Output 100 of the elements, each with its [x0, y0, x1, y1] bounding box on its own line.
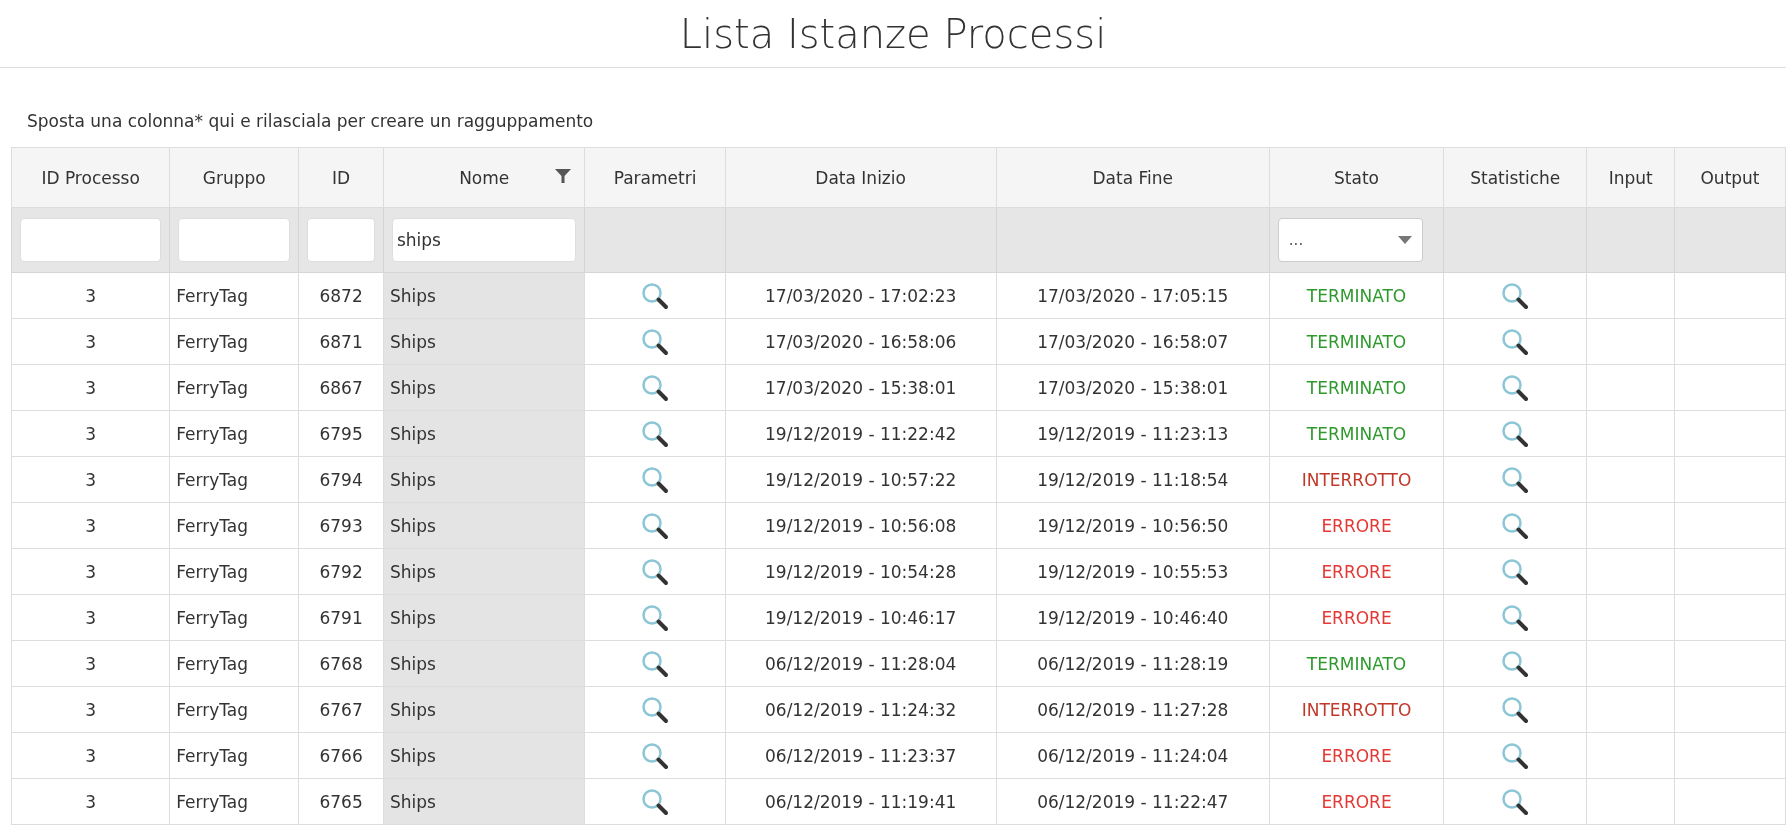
search-icon[interactable]	[1500, 602, 1531, 633]
search-icon[interactable]	[640, 648, 671, 679]
search-icon[interactable]	[640, 786, 671, 817]
table-cell: 6794	[298, 456, 384, 503]
table-cell: FerryTag	[169, 272, 299, 319]
column-header[interactable]: Nome	[383, 147, 585, 208]
search-icon[interactable]	[640, 556, 671, 587]
column-header[interactable]: Stato	[1269, 147, 1444, 208]
table-cell: 3	[11, 318, 170, 365]
table-cell: 3	[11, 594, 170, 641]
search-icon[interactable]	[1500, 786, 1531, 817]
table-cell: Ships	[383, 318, 585, 365]
table-cell: 17/03/2020 - 17:05:15	[996, 272, 1270, 319]
filter-field[interactable]	[307, 218, 375, 262]
table-cell: 3	[11, 456, 170, 503]
column-header[interactable]: ID Processo	[11, 147, 170, 208]
search-icon[interactable]	[1500, 326, 1531, 357]
table-cell: FerryTag	[169, 640, 299, 687]
table-cell: Ships	[383, 548, 585, 595]
table-cell: FerryTag	[169, 732, 299, 779]
search-icon[interactable]	[1500, 556, 1531, 587]
table-cell: 3	[11, 502, 170, 549]
search-icon[interactable]	[640, 418, 671, 449]
table-cell: 6792	[298, 548, 384, 595]
column-header[interactable]: Statistiche	[1443, 147, 1587, 208]
column-header[interactable]: Parametri	[585, 147, 726, 208]
grouping-hint: Sposta una colonna* qui e rilasciala per creare un ragguppamento	[26, 110, 595, 134]
table-cell: 3	[11, 778, 170, 825]
search-icon[interactable]	[640, 694, 671, 725]
table-cell: 19/12/2019 - 10:46:17	[725, 594, 997, 641]
table-cell: FerryTag	[169, 548, 299, 595]
table-cell: 06/12/2019 - 11:28:04	[725, 640, 997, 687]
table-cell: FerryTag	[169, 502, 299, 549]
status-text: ERRORE	[1321, 561, 1392, 582]
search-icon[interactable]	[1500, 280, 1531, 311]
search-icon[interactable]	[640, 464, 671, 495]
status-text: ERRORE	[1321, 515, 1392, 536]
column-header[interactable]: ID	[298, 147, 384, 208]
table-cell: Ships	[383, 502, 585, 549]
table-cell: 3	[11, 640, 170, 687]
table-cell: 17/03/2020 - 15:38:01	[996, 364, 1270, 411]
table-cell: 3	[11, 548, 170, 595]
filter-field[interactable]: ships	[391, 218, 577, 262]
table-cell: 3	[11, 364, 170, 411]
status-text: TERMINATO	[1306, 377, 1407, 398]
status-text: TERMINATO	[1306, 423, 1407, 444]
page-title: Lista Istanze Processi	[679, 10, 1107, 57]
table-cell: 6871	[298, 318, 384, 365]
table-cell: FerryTag	[169, 778, 299, 825]
filter-field[interactable]	[178, 218, 291, 262]
search-icon[interactable]	[640, 740, 671, 771]
status-text: INTERROTTO	[1301, 699, 1412, 720]
search-icon[interactable]	[640, 372, 671, 403]
table-cell: 19/12/2019 - 10:46:40	[996, 594, 1270, 641]
table-cell: 19/12/2019 - 11:23:13	[996, 410, 1270, 457]
table-cell: 17/03/2020 - 16:58:07	[996, 318, 1270, 365]
table-cell: 6768	[298, 640, 384, 687]
table-cell: 19/12/2019 - 11:18:54	[996, 456, 1270, 503]
search-icon[interactable]	[640, 510, 671, 541]
search-icon[interactable]	[1500, 418, 1531, 449]
status-text: TERMINATO	[1306, 331, 1407, 352]
table-cell: Ships	[383, 732, 585, 779]
table-cell: 19/12/2019 - 10:57:22	[725, 456, 997, 503]
search-icon[interactable]	[1500, 648, 1531, 679]
search-icon[interactable]	[1500, 694, 1531, 725]
table-cell: 6765	[298, 778, 384, 825]
caret-icon	[1397, 236, 1412, 244]
table-cell: 19/12/2019 - 10:56:50	[996, 502, 1270, 549]
table-cell: 3	[11, 272, 170, 319]
status-text: INTERROTTO	[1301, 469, 1412, 490]
status-filter-dropdown[interactable]: ...	[1277, 218, 1423, 262]
table-cell: FerryTag	[169, 594, 299, 641]
filter-field[interactable]	[20, 218, 162, 262]
column-header[interactable]: Data Fine	[996, 147, 1270, 208]
table-cell: 17/03/2020 - 15:38:01	[725, 364, 997, 411]
column-header[interactable]: Input	[1586, 147, 1675, 208]
table-cell: 17/03/2020 - 17:02:23	[725, 272, 997, 319]
status-text: ERRORE	[1321, 745, 1392, 766]
search-icon[interactable]	[1500, 510, 1531, 541]
table-cell: Ships	[383, 686, 585, 733]
table-cell: Ships	[383, 778, 585, 825]
table-cell: 6867	[298, 364, 384, 411]
filter-icon[interactable]	[554, 167, 573, 185]
search-icon[interactable]	[1500, 372, 1531, 403]
search-icon[interactable]	[640, 602, 671, 633]
table-cell: FerryTag	[169, 456, 299, 503]
search-icon[interactable]	[640, 280, 671, 311]
column-header[interactable]: Data Inizio	[725, 147, 997, 208]
table-cell: 06/12/2019 - 11:27:28	[996, 686, 1270, 733]
column-header[interactable]: Output	[1674, 147, 1786, 208]
table-cell: 6872	[298, 272, 384, 319]
table-cell: Ships	[383, 594, 585, 641]
table-cell: FerryTag	[169, 410, 299, 457]
column-header[interactable]: Gruppo	[169, 147, 299, 208]
table-cell: Ships	[383, 364, 585, 411]
table-cell: 06/12/2019 - 11:24:32	[725, 686, 997, 733]
table-cell: Ships	[383, 456, 585, 503]
search-icon[interactable]	[1500, 740, 1531, 771]
search-icon[interactable]	[1500, 464, 1531, 495]
search-icon[interactable]	[640, 326, 671, 357]
